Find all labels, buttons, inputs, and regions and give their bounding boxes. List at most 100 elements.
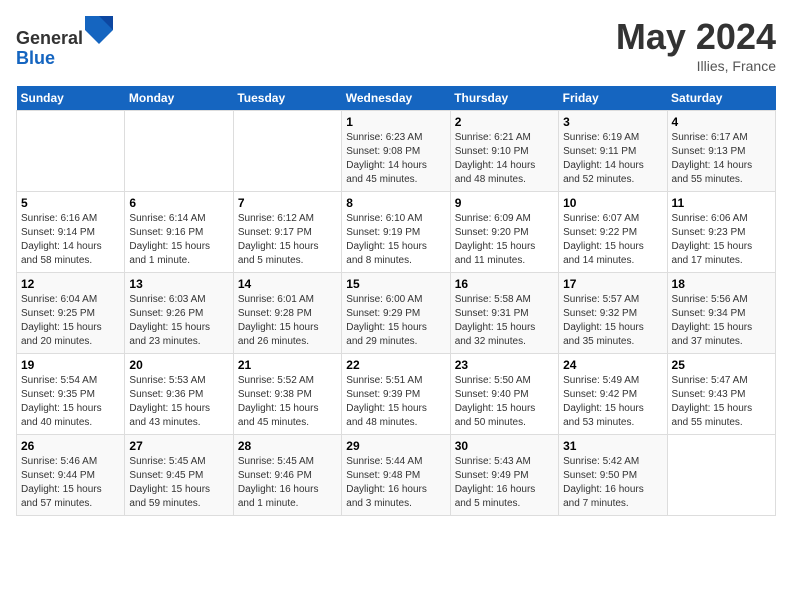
day-info: Sunrise: 5:45 AM Sunset: 9:46 PM Dayligh…	[238, 455, 337, 511]
weekday-wednesday: Wednesday	[342, 86, 450, 111]
day-cell: 21 Sunrise: 5:52 AM Sunset: 9:38 PM Dayli…	[233, 354, 341, 435]
day-info: Sunrise: 6:19 AM Sunset: 9:11 PM Dayligh…	[563, 131, 662, 187]
week-row-2: 5Sunrise: 6:16 AM Sunset: 9:14 PM Daylig…	[17, 192, 776, 273]
day-info: Sunrise: 6:06 AM Sunset: 9:23 PM Dayligh…	[672, 212, 771, 268]
day-cell: 22 Sunrise: 5:51 AM Sunset: 9:39 PM Dayli…	[342, 354, 450, 435]
day-info: Sunrise: 6:09 AM Sunset: 9:20 PM Dayligh…	[455, 212, 554, 268]
day-info: Sunrise: 6:00 AM Sunset: 9:29 PM Dayligh…	[346, 293, 445, 349]
day-cell: 25Sunrise: 5:47 AM Sunset: 9:43 PM Dayli…	[667, 354, 775, 435]
weekday-header-row: SundayMondayTuesdayWednesdayThursdayFrid…	[17, 86, 776, 111]
day-info: Sunrise: 5:46 AM Sunset: 9:44 PM Dayligh…	[21, 455, 120, 511]
day-cell: 13Sunrise: 6:03 AM Sunset: 9:26 PM Dayli…	[125, 273, 233, 354]
day-info: Sunrise: 6:23 AM Sunset: 9:08 PM Dayligh…	[346, 131, 445, 187]
day-number: 1	[346, 115, 445, 129]
logo: General Blue	[16, 16, 113, 69]
logo-general-text: General	[16, 28, 83, 48]
day-info: Sunrise: 6:14 AM Sunset: 9:16 PM Dayligh…	[129, 212, 228, 268]
day-number: 25	[672, 358, 771, 372]
day-number: 18	[672, 277, 771, 291]
day-number: 8	[346, 196, 445, 210]
day-info: Sunrise: 5:58 AM Sunset: 9:31 PM Dayligh…	[455, 293, 554, 349]
day-number: 2	[455, 115, 554, 129]
day-cell: 12 Sunrise: 6:04 AM Sunset: 9:25 PM Dayli…	[17, 273, 125, 354]
day-number: 4	[672, 115, 771, 129]
day-cell: 11 Sunrise: 6:06 AM Sunset: 9:23 PM Dayli…	[667, 192, 775, 273]
week-row-3: 12 Sunrise: 6:04 AM Sunset: 9:25 PM Dayli…	[17, 273, 776, 354]
day-info: Sunrise: 5:53 AM Sunset: 9:36 PM Dayligh…	[129, 374, 228, 430]
location: Illies, France	[616, 58, 776, 74]
day-info: Sunrise: 6:03 AM Sunset: 9:26 PM Dayligh…	[129, 293, 228, 349]
day-number: 12	[21, 277, 120, 291]
day-number: 20	[129, 358, 228, 372]
day-info: Sunrise: 5:49 AM Sunset: 9:42 PM Dayligh…	[563, 374, 662, 430]
day-cell: 24 Sunrise: 5:49 AM Sunset: 9:42 PM Dayli…	[559, 354, 667, 435]
day-number: 23	[455, 358, 554, 372]
weekday-thursday: Thursday	[450, 86, 558, 111]
day-number: 21	[238, 358, 337, 372]
day-cell: 5Sunrise: 6:16 AM Sunset: 9:14 PM Daylig…	[17, 192, 125, 273]
week-row-4: 19Sunrise: 5:54 AM Sunset: 9:35 PM Dayli…	[17, 354, 776, 435]
day-cell: 4 Sunrise: 6:17 AM Sunset: 9:13 PM Daylig…	[667, 111, 775, 192]
day-number: 17	[563, 277, 662, 291]
calendar-body: 1 Sunrise: 6:23 AM Sunset: 9:08 PM Daylig…	[17, 111, 776, 516]
day-number: 11	[672, 196, 771, 210]
day-info: Sunrise: 5:57 AM Sunset: 9:32 PM Dayligh…	[563, 293, 662, 349]
week-row-1: 1 Sunrise: 6:23 AM Sunset: 9:08 PM Daylig…	[17, 111, 776, 192]
day-cell: 7Sunrise: 6:12 AM Sunset: 9:17 PM Daylig…	[233, 192, 341, 273]
day-info: Sunrise: 5:50 AM Sunset: 9:40 PM Dayligh…	[455, 374, 554, 430]
day-info: Sunrise: 5:54 AM Sunset: 9:35 PM Dayligh…	[21, 374, 120, 430]
day-cell: 30 Sunrise: 5:43 AM Sunset: 9:49 PM Dayli…	[450, 435, 558, 516]
day-number: 30	[455, 439, 554, 453]
logo-icon	[85, 16, 113, 44]
day-number: 16	[455, 277, 554, 291]
day-cell: 20 Sunrise: 5:53 AM Sunset: 9:36 PM Dayli…	[125, 354, 233, 435]
day-info: Sunrise: 6:17 AM Sunset: 9:13 PM Dayligh…	[672, 131, 771, 187]
day-cell: 16 Sunrise: 5:58 AM Sunset: 9:31 PM Dayli…	[450, 273, 558, 354]
day-number: 10	[563, 196, 662, 210]
day-info: Sunrise: 6:07 AM Sunset: 9:22 PM Dayligh…	[563, 212, 662, 268]
title-block: May 2024 Illies, France	[616, 16, 776, 74]
day-number: 6	[129, 196, 228, 210]
day-cell: 18 Sunrise: 5:56 AM Sunset: 9:34 PM Dayli…	[667, 273, 775, 354]
day-number: 22	[346, 358, 445, 372]
day-cell: 17 Sunrise: 5:57 AM Sunset: 9:32 PM Dayli…	[559, 273, 667, 354]
weekday-saturday: Saturday	[667, 86, 775, 111]
day-cell: 1 Sunrise: 6:23 AM Sunset: 9:08 PM Daylig…	[342, 111, 450, 192]
day-cell: 26 Sunrise: 5:46 AM Sunset: 9:44 PM Dayli…	[17, 435, 125, 516]
day-number: 31	[563, 439, 662, 453]
day-cell: 8 Sunrise: 6:10 AM Sunset: 9:19 PM Daylig…	[342, 192, 450, 273]
weekday-sunday: Sunday	[17, 86, 125, 111]
day-number: 5	[21, 196, 120, 210]
day-cell: 2Sunrise: 6:21 AM Sunset: 9:10 PM Daylig…	[450, 111, 558, 192]
day-info: Sunrise: 6:04 AM Sunset: 9:25 PM Dayligh…	[21, 293, 120, 349]
day-info: Sunrise: 5:56 AM Sunset: 9:34 PM Dayligh…	[672, 293, 771, 349]
day-cell: 29 Sunrise: 5:44 AM Sunset: 9:48 PM Dayli…	[342, 435, 450, 516]
day-number: 29	[346, 439, 445, 453]
day-cell: 31Sunrise: 5:42 AM Sunset: 9:50 PM Dayli…	[559, 435, 667, 516]
day-number: 3	[563, 115, 662, 129]
day-number: 24	[563, 358, 662, 372]
day-cell	[667, 435, 775, 516]
day-info: Sunrise: 5:52 AM Sunset: 9:38 PM Dayligh…	[238, 374, 337, 430]
day-cell	[125, 111, 233, 192]
day-cell	[233, 111, 341, 192]
day-info: Sunrise: 5:43 AM Sunset: 9:49 PM Dayligh…	[455, 455, 554, 511]
day-cell: 6 Sunrise: 6:14 AM Sunset: 9:16 PM Daylig…	[125, 192, 233, 273]
day-cell: 9 Sunrise: 6:09 AM Sunset: 9:20 PM Daylig…	[450, 192, 558, 273]
weekday-monday: Monday	[125, 86, 233, 111]
day-info: Sunrise: 6:10 AM Sunset: 9:19 PM Dayligh…	[346, 212, 445, 268]
day-info: Sunrise: 5:44 AM Sunset: 9:48 PM Dayligh…	[346, 455, 445, 511]
day-cell: 23 Sunrise: 5:50 AM Sunset: 9:40 PM Dayli…	[450, 354, 558, 435]
day-number: 28	[238, 439, 337, 453]
day-info: Sunrise: 5:45 AM Sunset: 9:45 PM Dayligh…	[129, 455, 228, 511]
day-cell: 14Sunrise: 6:01 AM Sunset: 9:28 PM Dayli…	[233, 273, 341, 354]
day-info: Sunrise: 5:51 AM Sunset: 9:39 PM Dayligh…	[346, 374, 445, 430]
day-cell: 3 Sunrise: 6:19 AM Sunset: 9:11 PM Daylig…	[559, 111, 667, 192]
day-cell: 10 Sunrise: 6:07 AM Sunset: 9:22 PM Dayli…	[559, 192, 667, 273]
day-number: 27	[129, 439, 228, 453]
day-info: Sunrise: 6:01 AM Sunset: 9:28 PM Dayligh…	[238, 293, 337, 349]
day-cell: 19Sunrise: 5:54 AM Sunset: 9:35 PM Dayli…	[17, 354, 125, 435]
day-number: 15	[346, 277, 445, 291]
day-number: 9	[455, 196, 554, 210]
day-number: 26	[21, 439, 120, 453]
